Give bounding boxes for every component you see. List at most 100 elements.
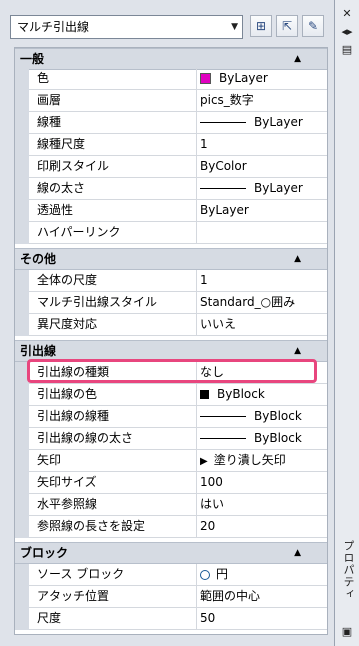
- row-arrow-size-label: 矢印サイズ: [29, 472, 197, 494]
- row-color-value[interactable]: ByLayer: [197, 68, 327, 90]
- palette-settings-icon[interactable]: ▣: [339, 624, 355, 640]
- row-plotstyle[interactable]: 印刷スタイル ByColor: [15, 156, 327, 178]
- close-icon[interactable]: ✕: [339, 6, 355, 22]
- property-grid: 一般 ▲ 色 ByLayer 画層 pics_数字 線種 ByLayer 線種尺…: [14, 47, 328, 635]
- select-objects-icon: ⇱: [281, 19, 293, 33]
- object-type-selector[interactable]: マルチ引出線 ▼: [10, 15, 243, 39]
- row-source-block-value[interactable]: 円: [197, 564, 327, 586]
- row-annotative-value[interactable]: いいえ: [197, 314, 327, 336]
- row-ltscale-label: 線種尺度: [29, 134, 197, 156]
- row-color[interactable]: 色 ByLayer: [15, 68, 327, 90]
- row-linetype-value[interactable]: ByLayer: [197, 112, 327, 134]
- row-arrowhead-value[interactable]: ▶ 塗り潰し矢印: [197, 450, 327, 472]
- row-hyperlink[interactable]: ハイパーリンク: [15, 222, 327, 244]
- row-leader-linetype-label: 引出線の線種: [29, 406, 197, 428]
- row-mleader-style-value[interactable]: Standard_○囲み: [197, 292, 327, 314]
- palette-title: プロパティ: [342, 540, 355, 600]
- row-leader-lineweight-label: 引出線の線の太さ: [29, 428, 197, 450]
- row-annotative[interactable]: 異尺度対応 いいえ: [15, 314, 327, 336]
- category-general[interactable]: 一般 ▲: [15, 48, 327, 70]
- circle-block-icon: [200, 569, 210, 580]
- category-other[interactable]: その他 ▲: [15, 248, 327, 270]
- row-ltscale-value[interactable]: 1: [197, 134, 327, 156]
- row-arrowhead[interactable]: 矢印 ▶ 塗り潰し矢印: [15, 450, 327, 472]
- row-ltscale[interactable]: 線種尺度 1: [15, 134, 327, 156]
- row-horizontal-landing[interactable]: 水平参照線 はい: [15, 494, 327, 516]
- row-landing-distance-value[interactable]: 20: [197, 516, 327, 538]
- row-attachment-label: アタッチ位置: [29, 586, 197, 608]
- palette-title-bar: ✕ ◂▸ ▤ プロパティ ▣: [335, 0, 359, 646]
- row-color-label: 色: [29, 68, 197, 90]
- leader-linetype-value-text: ByBlock: [254, 409, 302, 423]
- lineweight-preview-icon: [200, 188, 246, 189]
- row-leader-lineweight[interactable]: 引出線の線の太さ ByBlock: [15, 428, 327, 450]
- color-swatch-icon: [200, 390, 209, 399]
- row-transparency-label: 透過性: [29, 200, 197, 222]
- lineweight-preview-icon: [200, 438, 246, 439]
- row-leader-type-value[interactable]: なし: [197, 362, 327, 384]
- linetype-preview-icon: [200, 416, 246, 417]
- palette-toolbar: マルチ引出線 ▼ ⊞ ⇱ ✎: [10, 15, 328, 41]
- category-leader-label: 引出線: [20, 344, 57, 358]
- row-leader-color-label: 引出線の色: [29, 384, 197, 406]
- collapse-icon: ▲: [294, 548, 301, 558]
- leader-color-value-text: ByBlock: [217, 387, 265, 401]
- row-horizontal-landing-value[interactable]: はい: [197, 494, 327, 516]
- row-arrow-size-value[interactable]: 100: [197, 472, 327, 494]
- row-hyperlink-label: ハイパーリンク: [29, 222, 197, 244]
- row-annotative-label: 異尺度対応: [29, 314, 197, 336]
- row-layer[interactable]: 画層 pics_数字: [15, 90, 327, 112]
- row-arrowhead-label: 矢印: [29, 450, 197, 472]
- row-mleader-style[interactable]: マルチ引出線スタイル Standard_○囲み: [15, 292, 327, 314]
- row-attachment[interactable]: アタッチ位置 範囲の中心: [15, 586, 327, 608]
- row-plotstyle-value[interactable]: ByColor: [197, 156, 327, 178]
- auto-hide-icon[interactable]: ◂▸: [339, 24, 355, 40]
- row-layer-value[interactable]: pics_数字: [197, 90, 327, 112]
- row-landing-distance[interactable]: 参照線の長さを設定 20: [15, 516, 327, 538]
- properties-menu-icon[interactable]: ▤: [339, 42, 355, 58]
- row-layer-label: 画層: [29, 90, 197, 112]
- row-leader-color[interactable]: 引出線の色 ByBlock: [15, 384, 327, 406]
- select-objects-button[interactable]: ⇱: [276, 15, 298, 37]
- collapse-icon: ▲: [294, 346, 301, 356]
- row-linetype[interactable]: 線種 ByLayer: [15, 112, 327, 134]
- color-swatch-icon: [200, 73, 211, 84]
- row-source-block[interactable]: ソース ブロック 円: [15, 564, 327, 586]
- row-transparency-value[interactable]: ByLayer: [197, 200, 327, 222]
- row-transparency[interactable]: 透過性 ByLayer: [15, 200, 327, 222]
- row-overall-scale[interactable]: 全体の尺度 1: [15, 270, 327, 292]
- row-landing-distance-label: 参照線の長さを設定: [29, 516, 197, 538]
- row-hyperlink-value[interactable]: [197, 222, 327, 244]
- quick-select-button[interactable]: ⊞: [250, 15, 272, 37]
- toggle-pickadd-icon: ✎: [307, 19, 319, 33]
- row-leader-linetype[interactable]: 引出線の線種 ByBlock: [15, 406, 327, 428]
- color-value-text: ByLayer: [219, 71, 268, 85]
- category-general-label: 一般: [20, 52, 45, 66]
- row-arrow-size[interactable]: 矢印サイズ 100: [15, 472, 327, 494]
- row-block-scale-label: 尺度: [29, 608, 197, 630]
- row-attachment-value[interactable]: 範囲の中心: [197, 586, 327, 608]
- row-lineweight[interactable]: 線の太さ ByLayer: [15, 178, 327, 200]
- lineweight-value-text: ByLayer: [254, 181, 303, 195]
- properties-palette: マルチ引出線 ▼ ⊞ ⇱ ✎ 一般 ▲ 色 ByLayer 画層 pics_数字…: [0, 0, 335, 646]
- row-block-scale[interactable]: 尺度 50: [15, 608, 327, 630]
- linetype-value-text: ByLayer: [254, 115, 303, 129]
- row-block-scale-value[interactable]: 50: [197, 608, 327, 630]
- category-other-label: その他: [20, 252, 57, 266]
- object-type-value: マルチ引出線: [17, 20, 90, 34]
- collapse-icon: ▲: [294, 254, 301, 264]
- row-leader-color-value[interactable]: ByBlock: [197, 384, 327, 406]
- row-leader-type[interactable]: 引出線の種類 なし: [15, 362, 327, 384]
- category-block[interactable]: ブロック ▲: [15, 542, 327, 564]
- row-leader-type-label: 引出線の種類: [29, 362, 197, 384]
- quick-select-icon: ⊞: [255, 19, 267, 33]
- arrowhead-value-text: 塗り潰し矢印: [213, 453, 286, 467]
- toggle-pickadd-button[interactable]: ✎: [302, 15, 324, 37]
- row-overall-scale-value[interactable]: 1: [197, 270, 327, 292]
- row-plotstyle-label: 印刷スタイル: [29, 156, 197, 178]
- row-leader-lineweight-value[interactable]: ByBlock: [197, 428, 327, 450]
- row-linetype-label: 線種: [29, 112, 197, 134]
- row-leader-linetype-value[interactable]: ByBlock: [197, 406, 327, 428]
- category-leader[interactable]: 引出線 ▲: [15, 340, 327, 362]
- row-lineweight-value[interactable]: ByLayer: [197, 178, 327, 200]
